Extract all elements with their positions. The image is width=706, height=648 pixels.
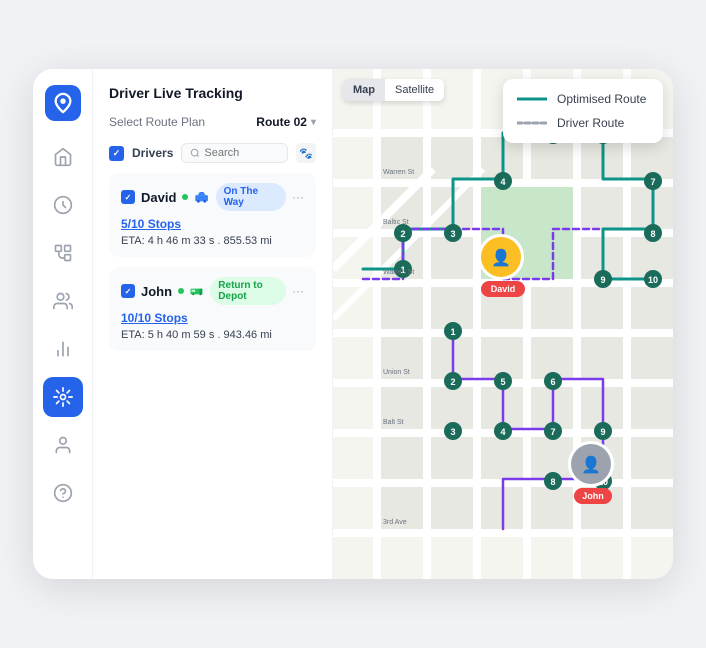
svg-text:8: 8 bbox=[550, 477, 555, 487]
svg-text:3: 3 bbox=[450, 427, 455, 437]
svg-text:Baltic St: Baltic St bbox=[383, 219, 409, 226]
svg-text:Warren St: Warren St bbox=[383, 269, 414, 276]
svg-text:9: 9 bbox=[600, 427, 605, 437]
main-panel: Driver Live Tracking Select Route Plan R… bbox=[93, 69, 333, 579]
route-label: Select Route Plan bbox=[109, 115, 205, 129]
stops-link-david[interactable]: 5/10 Stops bbox=[121, 217, 304, 231]
svg-text:2: 2 bbox=[450, 377, 455, 387]
svg-text:4: 4 bbox=[500, 427, 505, 437]
eta-david: ETA: 4 h 46 m 33 s . 855.53 mi bbox=[121, 235, 304, 247]
driver-route-line-icon bbox=[517, 115, 547, 131]
svg-text:Balt St: Balt St bbox=[383, 419, 404, 426]
more-options-john[interactable]: ··· bbox=[292, 284, 304, 298]
map-svg: 1 2 3 4 5 6 7 8 9 10 1 2 3 bbox=[333, 69, 673, 579]
driver-checkbox-john[interactable] bbox=[121, 284, 135, 298]
car-icon bbox=[194, 191, 209, 203]
legend-item-driver: Driver Route bbox=[517, 115, 649, 131]
sidebar-item-tracking[interactable] bbox=[43, 377, 83, 417]
driver-header-john: John Return to Depot ··· bbox=[121, 277, 304, 305]
optimised-route-line-icon bbox=[517, 91, 547, 107]
legend-card: Optimised Route Driver Route bbox=[503, 79, 663, 143]
map-toggle: Map Satellite bbox=[343, 79, 444, 101]
svg-text:David: David bbox=[491, 284, 516, 294]
svg-text:4: 4 bbox=[500, 177, 505, 187]
sidebar-item-home[interactable] bbox=[43, 137, 83, 177]
driver-name-david: David bbox=[141, 190, 176, 205]
driver-route-label: Driver Route bbox=[557, 116, 624, 130]
paw-icon[interactable]: 🐾 bbox=[296, 143, 316, 163]
svg-text:6: 6 bbox=[550, 377, 555, 387]
svg-text:10: 10 bbox=[648, 275, 658, 285]
svg-text:2: 2 bbox=[400, 229, 405, 239]
van-icon bbox=[190, 285, 204, 297]
driver-name-john: John bbox=[141, 284, 172, 299]
svg-text:Union St: Union St bbox=[383, 369, 410, 376]
drivers-label: Drivers bbox=[132, 146, 173, 160]
driver-card-david: David On The Way ··· 5/10 Stops ETA: 4 h… bbox=[109, 173, 316, 257]
map-toggle-satellite[interactable]: Satellite bbox=[385, 79, 444, 101]
svg-text:3: 3 bbox=[450, 229, 455, 239]
legend-item-optimised: Optimised Route bbox=[517, 91, 649, 107]
sidebar-item-chart[interactable] bbox=[43, 329, 83, 369]
svg-text:7: 7 bbox=[550, 427, 555, 437]
svg-text:3rd Ave: 3rd Ave bbox=[383, 519, 407, 526]
stops-link-john[interactable]: 10/10 Stops bbox=[121, 311, 304, 325]
svg-text:👤: 👤 bbox=[581, 455, 601, 474]
chevron-down-icon: ▾ bbox=[311, 117, 316, 128]
optimised-route-label: Optimised Route bbox=[557, 92, 646, 106]
sidebar bbox=[33, 69, 93, 579]
svg-text:5: 5 bbox=[500, 377, 505, 387]
driver-card-john: John Return to Depot ··· 10/10 Stops ETA… bbox=[109, 267, 316, 351]
sidebar-item-users[interactable] bbox=[43, 281, 83, 321]
svg-text:1: 1 bbox=[450, 327, 455, 337]
sidebar-item-route[interactable] bbox=[43, 233, 83, 273]
map-toggle-map[interactable]: Map bbox=[343, 79, 385, 101]
svg-text:John: John bbox=[582, 491, 604, 501]
app-logo bbox=[45, 85, 81, 121]
sidebar-item-location[interactable] bbox=[43, 185, 83, 225]
more-options-david[interactable]: ··· bbox=[292, 190, 304, 204]
sidebar-item-help[interactable] bbox=[43, 473, 83, 513]
eta-john: ETA: 5 h 40 m 59 s . 943.46 mi bbox=[121, 329, 304, 341]
svg-text:9: 9 bbox=[600, 275, 605, 285]
drivers-row: Drivers 🐾 bbox=[109, 143, 316, 163]
driver-checkbox-david[interactable] bbox=[121, 190, 135, 204]
search-input[interactable] bbox=[204, 147, 264, 159]
svg-text:Warren St: Warren St bbox=[383, 169, 414, 176]
route-select-dropdown[interactable]: Route 02 ▾ bbox=[256, 115, 316, 129]
driver-header-david: David On The Way ··· bbox=[121, 183, 304, 211]
status-badge-john: Return to Depot bbox=[210, 277, 286, 305]
panel-title: Driver Live Tracking bbox=[109, 85, 316, 101]
map-area: 1 2 3 4 5 6 7 8 9 10 1 2 3 bbox=[333, 69, 673, 579]
search-box bbox=[181, 143, 288, 163]
route-select-row: Select Route Plan Route 02 ▾ bbox=[109, 115, 316, 129]
svg-text:👤: 👤 bbox=[491, 248, 511, 267]
svg-text:8: 8 bbox=[650, 229, 655, 239]
svg-text:7: 7 bbox=[650, 177, 655, 187]
sidebar-item-person[interactable] bbox=[43, 425, 83, 465]
drivers-checkbox[interactable] bbox=[109, 146, 124, 161]
app-container: Driver Live Tracking Select Route Plan R… bbox=[33, 69, 673, 579]
search-icon bbox=[190, 148, 200, 158]
status-badge-david: On The Way bbox=[216, 183, 286, 211]
driver-status-dot-john bbox=[178, 288, 184, 294]
driver-status-dot-david bbox=[182, 194, 188, 200]
